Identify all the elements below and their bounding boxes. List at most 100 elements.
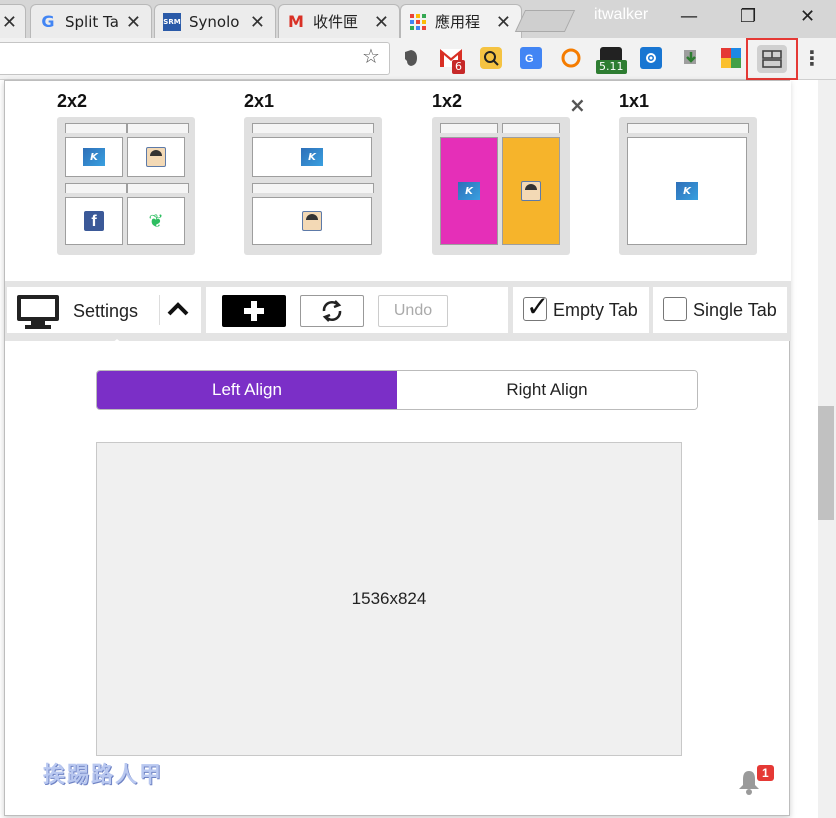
notification-count-badge: 1 xyxy=(757,765,774,781)
layout-label-2x2: 2x2 xyxy=(57,91,88,111)
empty-tab-checkbox[interactable]: ✓ xyxy=(523,290,549,323)
avatar-icon xyxy=(521,181,541,201)
screen-resolution-preview: 1536x824 xyxy=(96,442,682,756)
pane-tab xyxy=(502,123,560,133)
facebook-icon: f xyxy=(84,211,104,231)
translate-icon[interactable]: G xyxy=(520,47,542,69)
layout-label-1x1: 1x1 xyxy=(619,91,650,111)
control-bar: Settings Undo ✓ Empty Tab Single Tab xyxy=(5,281,791,347)
pane-tab xyxy=(252,123,374,133)
tab-title: Synolo xyxy=(189,12,240,31)
undo-button[interactable]: Undo xyxy=(378,295,448,327)
split-screen-icon xyxy=(757,45,787,73)
pane-top-right xyxy=(127,137,185,177)
empty-tab-label: Empty Tab xyxy=(553,300,638,320)
pane-tab xyxy=(252,183,374,193)
layout-2x2[interactable]: K f ❦ xyxy=(57,117,195,255)
srm-icon: SRM xyxy=(163,12,181,31)
evernote-logo-icon: ❦ xyxy=(148,210,164,232)
apps-grid-icon xyxy=(409,13,427,31)
pane-left: K xyxy=(440,137,498,245)
empty-tab-option[interactable]: ✓ Empty Tab xyxy=(513,287,649,333)
refresh-button[interactable] xyxy=(300,295,364,327)
pane-bottom xyxy=(252,197,372,245)
browser-toolbar: ☆ 6 G 5.11 ⋮ xyxy=(0,38,836,80)
pane-tab xyxy=(127,123,189,133)
pane-tab xyxy=(127,183,189,193)
restore-icon[interactable]: ❐ xyxy=(740,6,756,27)
add-button[interactable] xyxy=(222,295,286,327)
b-ext-icon[interactable] xyxy=(560,47,582,69)
layout-label-2x1: 2x1 xyxy=(244,91,275,111)
google-icon: G xyxy=(41,12,55,31)
layout-picker: 2x2 K f ❦ 2x1 K 1x2 × K 1x1 K xyxy=(5,81,791,281)
single-tab-checkbox[interactable] xyxy=(663,297,687,321)
k-logo-icon: K xyxy=(301,148,323,166)
browser-tab-synology[interactable]: SRM Synolo ✕ xyxy=(154,4,276,38)
close-tab-icon[interactable]: ✕ xyxy=(250,12,265,33)
evernote-icon[interactable] xyxy=(400,47,422,69)
window-close-icon[interactable]: ✕ xyxy=(800,6,815,27)
settings-pointer xyxy=(107,339,127,347)
search-ext-icon[interactable] xyxy=(480,47,502,69)
browser-tab-apps[interactable]: 應用程 ✕ xyxy=(400,4,522,38)
tab-title: 收件匣 xyxy=(313,13,359,31)
tab-title: 應用程 xyxy=(435,13,481,31)
settings-label: Settings xyxy=(73,301,139,321)
split-screen-popup: 2x2 K f ❦ 2x1 K 1x2 × K 1x1 K Settings U… xyxy=(4,80,791,816)
download-ext-icon[interactable] xyxy=(680,47,702,69)
browser-tab-split[interactable]: G Split Ta ✕ xyxy=(30,4,152,38)
pane-bottom-right: ❦ xyxy=(127,197,185,245)
k-logo-icon: K xyxy=(458,182,480,200)
close-tab-icon[interactable]: ✕ xyxy=(374,12,389,33)
terminal-ext-badge: 5.11 xyxy=(596,60,627,74)
close-tab-icon[interactable]: ✕ xyxy=(2,12,17,33)
pane-tab xyxy=(440,123,498,133)
pane-top: K xyxy=(252,137,372,177)
settings-ext-icon[interactable] xyxy=(640,47,662,69)
pane-tab xyxy=(627,123,749,133)
close-icon[interactable]: × xyxy=(569,93,586,117)
pane-single: K xyxy=(627,137,747,245)
browser-tab-inbox[interactable]: M 收件匣 ✕ xyxy=(278,4,400,38)
watermark: 挨踢路人甲 xyxy=(43,762,164,788)
puzzle-ext-icon[interactable] xyxy=(720,47,742,69)
pane-top-left: K xyxy=(65,137,123,177)
layout-1x1[interactable]: K xyxy=(619,117,757,255)
svg-text:G: G xyxy=(525,53,534,65)
gmail-icon: M xyxy=(288,12,304,31)
split-screen-extension-button[interactable] xyxy=(746,38,798,80)
pane-bottom-left: f xyxy=(65,197,123,245)
left-align-button[interactable]: Left Align xyxy=(97,371,397,409)
pane-tab xyxy=(65,183,127,193)
bookmark-star-icon[interactable]: ☆ xyxy=(362,44,380,68)
checkmark-icon: ✓ xyxy=(526,290,550,323)
close-tab-icon[interactable]: ✕ xyxy=(496,12,511,33)
browser-menu-icon[interactable]: ⋮ xyxy=(802,46,822,70)
monitor-icon xyxy=(17,295,59,329)
address-bar[interactable] xyxy=(0,42,390,75)
settings-section[interactable]: Settings xyxy=(7,287,201,347)
profile-name[interactable]: itwalker xyxy=(594,6,648,24)
avatar-icon xyxy=(302,211,322,231)
layout-2x1[interactable]: K xyxy=(244,117,382,255)
chevron-up-icon[interactable] xyxy=(167,297,189,322)
minimize-icon[interactable]: — xyxy=(680,6,698,27)
layout-1x2[interactable]: K xyxy=(432,117,570,255)
pane-tab xyxy=(65,123,127,133)
k-logo-icon: K xyxy=(83,148,105,166)
scrollbar-thumb[interactable] xyxy=(818,406,834,520)
tab-actions-section: Undo xyxy=(206,287,508,333)
align-toggle: Left Align Right Align xyxy=(96,370,698,410)
single-tab-option[interactable]: Single Tab xyxy=(653,287,787,333)
browser-tab-0[interactable]: ✕ xyxy=(0,4,26,38)
new-tab-button[interactable] xyxy=(514,10,576,32)
resolution-text: 1536x824 xyxy=(351,589,427,608)
tab-title: Split Ta xyxy=(65,12,119,31)
right-align-button[interactable]: Right Align xyxy=(397,371,697,409)
avatar-icon xyxy=(146,147,166,167)
close-tab-icon[interactable]: ✕ xyxy=(126,12,141,33)
single-tab-label: Single Tab xyxy=(693,300,777,320)
k-logo-icon: K xyxy=(676,182,698,200)
tab-strip: ✕ G Split Ta ✕ SRM Synolo ✕ M 收件匣 ✕ 應用程 … xyxy=(0,0,836,38)
